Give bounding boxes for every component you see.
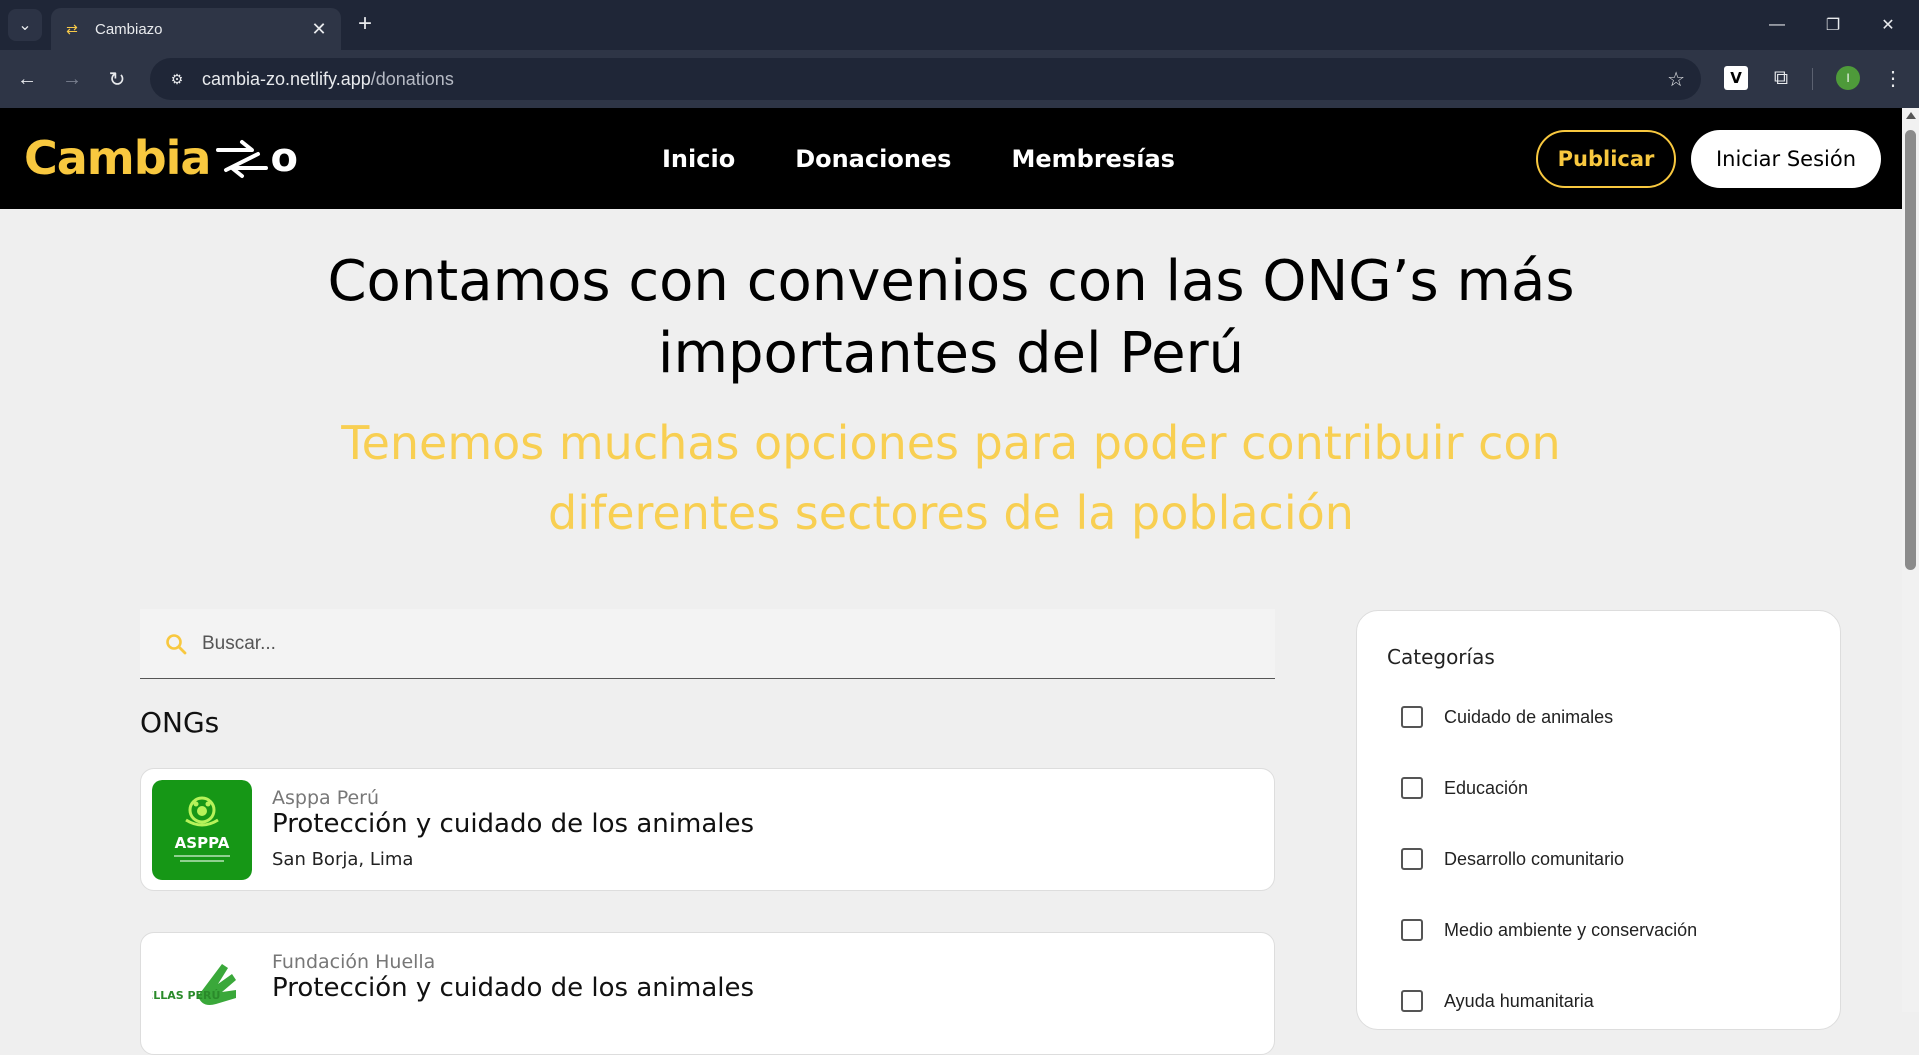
window-close-icon[interactable]: ✕	[1868, 10, 1908, 40]
restore-icon[interactable]: ❐	[1813, 10, 1853, 40]
ong-card[interactable]: HUELLAS PERÚ Fundación Huella Protección…	[140, 932, 1275, 1055]
checkbox[interactable]	[1401, 706, 1423, 728]
checkbox[interactable]	[1401, 848, 1423, 870]
cambiazo-logo[interactable]: Cambia o	[24, 130, 298, 186]
category-label: Educación	[1444, 777, 1529, 798]
nav-membresias[interactable]: Membresías	[1011, 145, 1174, 173]
search-input[interactable]	[200, 631, 1200, 656]
category-label: Cuidado de animales	[1444, 706, 1614, 727]
ong-name: Fundación Huella	[272, 951, 436, 973]
ongs-section-title: ONGs	[140, 706, 220, 739]
browser-tab[interactable]: ⇄ Cambiazo ✕	[51, 8, 341, 50]
browser-tab-bar: ⌄ ⇄ Cambiazo ✕ + — ❐ ✕	[0, 0, 1919, 50]
more-menu-icon[interactable]: ⋮	[1880, 62, 1906, 94]
category-medio-ambiente[interactable]: Medio ambiente y conservación	[1401, 915, 1697, 945]
category-label: Desarrollo comunitario	[1444, 848, 1625, 869]
tab-title: Cambiazo	[95, 20, 163, 38]
search-bar[interactable]	[140, 609, 1275, 679]
page-scrollbar[interactable]	[1902, 108, 1919, 1012]
exchange-arrows-icon	[216, 140, 269, 178]
extensions-puzzle-icon[interactable]: ⧉	[1766, 62, 1796, 94]
checkbox[interactable]	[1401, 990, 1423, 1012]
hero-title-line-1: Contamos con convenios con las ONG’s más	[327, 249, 1575, 314]
chevron-down-icon: ⌄	[18, 17, 32, 34]
hero-title-line-2: importantes del Perú	[657, 321, 1245, 386]
nav-inicio[interactable]: Inicio	[662, 145, 735, 173]
site-info-icon[interactable]: ⚙	[164, 66, 190, 92]
url-text[interactable]: cambia-zo.netlify.app/donations	[202, 69, 454, 90]
asppa-logo: ASPPA	[152, 780, 252, 880]
ong-card[interactable]: ASPPA Asppa Perú Protección y cuidado de…	[140, 768, 1275, 891]
checkbox[interactable]	[1401, 777, 1423, 799]
checkbox[interactable]	[1401, 919, 1423, 941]
forward-arrow-icon[interactable]: →	[56, 63, 88, 95]
bookmark-star-icon[interactable]: ☆	[1667, 67, 1685, 92]
hero-subtitle-line-2: diferentes sectores de la población	[548, 486, 1354, 540]
hero-subtitle: Tenemos muchas opciones para poder contr…	[0, 408, 1902, 548]
ong-name: Asppa Perú	[272, 787, 380, 809]
categories-panel: Categorías Cuidado de animales Educación…	[1356, 610, 1841, 1030]
logo-text: Cambia	[24, 131, 211, 185]
categories-title: Categorías	[1387, 645, 1495, 669]
extension-v-icon[interactable]: V	[1724, 66, 1748, 90]
ong-category: Protección y cuidado de los animales	[272, 809, 755, 839]
category-educacion[interactable]: Educación	[1401, 773, 1528, 803]
category-cuidado-animales[interactable]: Cuidado de animales	[1401, 702, 1613, 732]
nav-donaciones[interactable]: Donaciones	[795, 145, 951, 173]
huellas-peru-logo: HUELLAS PERÚ	[152, 944, 252, 1044]
favicon-icon: ⇄	[66, 20, 78, 37]
category-label: Ayuda humanitaria	[1444, 990, 1594, 1011]
huellas-logo-text: HUELLAS PERÚ	[152, 989, 220, 1002]
category-desarrollo-comunitario[interactable]: Desarrollo comunitario	[1401, 844, 1624, 874]
hero-subtitle-line-1: Tenemos muchas opciones para poder contr…	[341, 416, 1561, 470]
scroll-thumb[interactable]	[1905, 130, 1916, 570]
reload-icon[interactable]: ↻	[101, 63, 133, 95]
site-header: Cambia o Inicio Donaciones Membresías Pu…	[0, 108, 1902, 209]
main-nav: Inicio Donaciones Membresías	[662, 108, 1175, 209]
back-arrow-icon[interactable]: ←	[11, 63, 43, 95]
profile-avatar[interactable]: I	[1836, 66, 1860, 90]
url-host: cambia-zo.netlify.app	[202, 68, 371, 89]
ong-location: San Borja, Lima	[272, 849, 414, 870]
toolbar-divider	[1812, 68, 1813, 90]
login-button[interactable]: Iniciar Sesión	[1691, 130, 1881, 188]
asppa-logo-text: ASPPA	[175, 834, 230, 852]
scroll-up-arrow-icon[interactable]	[1906, 112, 1916, 119]
address-bar[interactable]: ⚙ cambia-zo.netlify.app/donations ☆	[150, 58, 1701, 100]
publish-button[interactable]: Publicar	[1536, 130, 1676, 188]
logo-tail: o	[270, 135, 298, 181]
tab-search-button[interactable]: ⌄	[8, 9, 42, 41]
category-label: Medio ambiente y conservación	[1444, 919, 1698, 940]
new-tab-button[interactable]: +	[352, 12, 378, 38]
browser-toolbar: ← → ↻ ⚙ cambia-zo.netlify.app/donations …	[0, 50, 1919, 108]
minimize-icon[interactable]: —	[1757, 10, 1797, 40]
close-icon[interactable]: ✕	[309, 19, 329, 40]
search-icon	[166, 633, 187, 654]
hero-title: Contamos con convenios con las ONG’s más…	[0, 246, 1902, 390]
ong-category: Protección y cuidado de los animales	[272, 973, 755, 1003]
url-path: /donations	[370, 68, 454, 89]
